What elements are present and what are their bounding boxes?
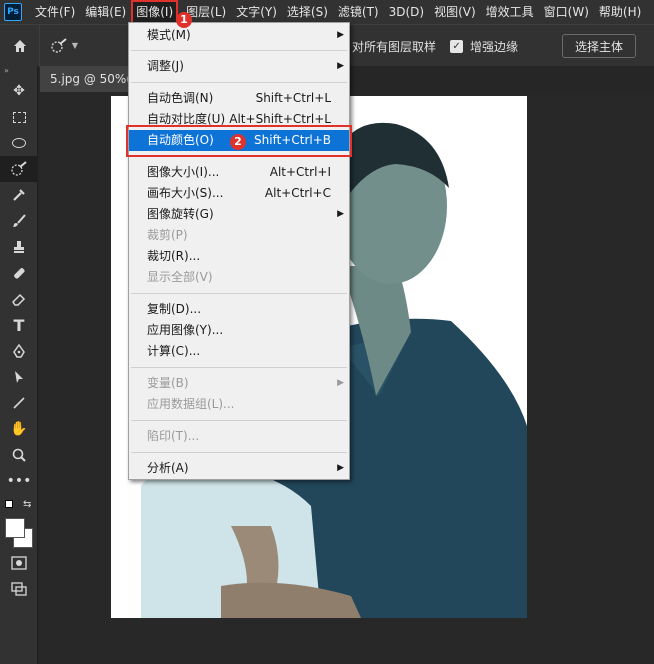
marquee-icon xyxy=(12,111,26,123)
clone-stamp-icon xyxy=(14,241,24,253)
menu-item-crop: 裁剪(P) xyxy=(147,228,188,242)
menu-item-trap: 陷印(T)... xyxy=(147,429,200,443)
quick-selection-icon xyxy=(11,161,27,176)
chevron-down-icon: ▼ xyxy=(71,41,79,50)
eyedropper-tool[interactable] xyxy=(0,182,38,208)
path-selection-tool[interactable] xyxy=(0,364,38,390)
quick-selection-tool[interactable] xyxy=(0,156,38,182)
color-swatches[interactable] xyxy=(0,514,38,550)
quick-mask-button[interactable] xyxy=(0,550,38,576)
menu-item-adjustments[interactable]: 调整(J) ▶ xyxy=(129,56,349,77)
type-icon: T xyxy=(13,315,25,335)
brush-icon xyxy=(13,214,26,227)
hand-tool[interactable]: ✋ xyxy=(0,416,38,442)
menu-item-trim[interactable]: 裁切(R)... xyxy=(129,246,349,267)
menu-plugins[interactable]: 增效工具 xyxy=(481,0,539,24)
healing-tool[interactable] xyxy=(0,260,38,286)
swap-colors-icon: ⇆ xyxy=(23,498,32,510)
menu-item-image-rotation[interactable]: 图像旋转(G) ▶ xyxy=(129,204,349,225)
menu-item-mode[interactable]: 模式(M) ▶ xyxy=(129,25,349,46)
more-icon: ••• xyxy=(6,473,32,489)
default-colors-icon xyxy=(5,500,13,508)
eyedropper-icon xyxy=(13,189,25,201)
menu-item-duplicate[interactable]: 复制(D)... xyxy=(129,299,349,320)
tools-panel: » ✥ T ✋ ••• ⇆ xyxy=(0,66,38,664)
menu-filter[interactable]: 滤镜(T) xyxy=(333,0,384,24)
photoshop-window: Ps 文件(F) 编辑(E) 图像(I) 图层(L) 文字(Y) 选择(S) 滤… xyxy=(0,0,654,664)
zoom-tool[interactable] xyxy=(0,442,38,468)
pointer-icon xyxy=(15,371,23,383)
menu-item-image-size[interactable]: 图像大小(I)... Alt+Ctrl+I xyxy=(129,162,349,183)
menu-type[interactable]: 文字(Y) xyxy=(231,0,282,24)
menu-help[interactable]: 帮助(H) xyxy=(594,0,646,24)
menu-window[interactable]: 窗口(W) xyxy=(539,0,594,24)
menu-item-auto-tone[interactable]: 自动色调(N) Shift+Ctrl+L xyxy=(129,88,349,109)
menu-select[interactable]: 选择(S) xyxy=(282,0,333,24)
screen-mode-button[interactable] xyxy=(0,576,38,602)
brush-tool[interactable] xyxy=(0,208,38,234)
line-tool[interactable] xyxy=(0,390,38,416)
document-tab[interactable]: 5.jpg @ 50%( xyxy=(40,66,140,92)
eraser-tool[interactable] xyxy=(0,286,38,312)
annotation-step-2-badge: 2 xyxy=(230,134,246,150)
eraser-icon xyxy=(12,293,26,306)
sample-all-layers-label[interactable]: 对所有图层取样 xyxy=(352,38,436,55)
submenu-arrow-icon: ▶ xyxy=(337,61,344,71)
home-icon xyxy=(13,39,26,52)
brush-preset-button[interactable]: ▼ xyxy=(40,25,88,67)
annotation-step-1-badge: 1 xyxy=(176,12,192,28)
submenu-arrow-icon: ▶ xyxy=(337,30,344,40)
line-icon xyxy=(13,397,25,409)
hand-icon: ✋ xyxy=(10,421,28,437)
pen-icon xyxy=(13,343,25,358)
menu-item-reveal-all: 显示全部(V) xyxy=(147,270,213,284)
screen-mode-icon xyxy=(11,582,27,596)
default-colors[interactable]: ⇆ xyxy=(0,494,38,514)
menu-image[interactable]: 图像(I) xyxy=(131,0,179,24)
sample-options: 对所有图层取样 ✓ 增强边缘 xyxy=(352,25,518,67)
pen-tool[interactable] xyxy=(0,338,38,364)
select-subject-button[interactable]: 选择主体 xyxy=(562,34,636,58)
lasso-icon xyxy=(12,138,26,148)
enhance-edge-label[interactable]: 增强边缘 xyxy=(470,38,518,55)
menu-view[interactable]: 视图(V) xyxy=(429,0,481,24)
menu-file[interactable]: 文件(F) xyxy=(30,0,80,24)
home-button[interactable] xyxy=(0,24,40,67)
image-menu-dropdown: 模式(M) ▶ 调整(J) ▶ 自动色调(N) Shift+Ctrl+L 自动对比度(… xyxy=(128,22,350,480)
menu-item-variables: 变量(B) ▶ xyxy=(129,373,349,394)
clone-stamp-tool[interactable] xyxy=(0,234,38,260)
quick-selection-brush-icon xyxy=(51,37,67,53)
foreground-color-swatch[interactable] xyxy=(5,518,25,538)
type-tool[interactable]: T xyxy=(0,312,38,338)
menu-item-apply-data-set: 应用数据组(L)... xyxy=(147,397,235,411)
menu-separator xyxy=(131,82,347,83)
more-tools[interactable]: ••• xyxy=(0,468,38,494)
healing-brush-icon xyxy=(14,268,25,279)
enhance-edge-checkbox[interactable]: ✓ xyxy=(450,39,464,53)
menu-separator xyxy=(131,452,347,453)
menu-item-analysis[interactable]: 分析(A) ▶ xyxy=(129,458,349,479)
menu-item-apply-image[interactable]: 应用图像(Y)... xyxy=(129,320,349,341)
move-tool[interactable]: ✥ xyxy=(0,78,38,104)
menu-separator xyxy=(131,367,347,368)
menu-separator xyxy=(131,50,347,51)
menu-separator xyxy=(131,293,347,294)
zoom-icon xyxy=(12,448,26,462)
marquee-tool[interactable] xyxy=(0,104,38,130)
ps-logo: Ps xyxy=(4,3,22,21)
menu-bar: Ps 文件(F) 编辑(E) 图像(I) 图层(L) 文字(Y) 选择(S) 滤… xyxy=(0,0,654,24)
menu-3d[interactable]: 3D(D) xyxy=(384,0,429,24)
menu-item-canvas-size[interactable]: 画布大小(S)... Alt+Ctrl+C xyxy=(129,183,349,204)
move-icon: ✥ xyxy=(13,83,25,99)
menu-item-calculations[interactable]: 计算(C)... xyxy=(129,341,349,362)
menu-separator xyxy=(131,420,347,421)
submenu-arrow-icon: ▶ xyxy=(337,463,344,473)
lasso-tool[interactable] xyxy=(0,130,38,156)
submenu-arrow-icon: ▶ xyxy=(337,209,344,219)
quick-mask-icon xyxy=(11,556,27,570)
collapse-icon[interactable]: » xyxy=(0,66,37,78)
submenu-arrow-icon: ▶ xyxy=(337,378,344,388)
menu-edit[interactable]: 编辑(E) xyxy=(80,0,131,24)
